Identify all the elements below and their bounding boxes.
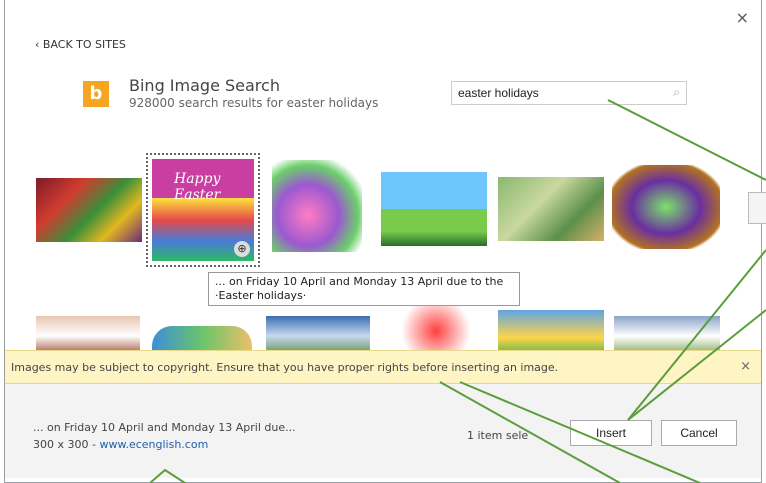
zoom-icon[interactable]: ⊕ [234, 241, 250, 257]
thumbnail-selected[interactable]: Happy Easter ⊕ [146, 153, 260, 267]
search-box[interactable]: ⌕ [451, 81, 687, 105]
source-link[interactable]: www.ecenglish.com [99, 438, 208, 451]
thumbnail-easter-eggs[interactable] [36, 178, 142, 242]
tooltip-line-2: ·Easter holidays· [215, 289, 307, 302]
scroll-next-button[interactable] [748, 192, 766, 224]
thumbnail-easter-bunny[interactable] [381, 172, 487, 246]
thumbnail-easter-eggs-clipart[interactable] [272, 160, 362, 252]
selection-count: 1 item sele [467, 429, 529, 442]
thumbnail-easter-bunnies-basket[interactable] [498, 177, 604, 241]
banner-close-icon[interactable]: × [740, 359, 751, 374]
selected-image-meta: 300 x 300 - www.ecenglish.com [33, 438, 208, 451]
back-to-sites-link[interactable]: ‹ BACK TO SITES [35, 38, 126, 51]
selected-image-description: ... on Friday 10 April and Monday 13 Apr… [33, 421, 296, 434]
bing-logo-icon: b [83, 81, 109, 107]
search-icon[interactable]: ⌕ [673, 85, 680, 100]
tooltip-line-1: ... on Friday 10 April and Monday 13 Apr… [215, 275, 504, 288]
cancel-button[interactable]: Cancel [661, 420, 737, 446]
dialog-footer: ... on Friday 10 April and Monday 13 Apr… [5, 384, 761, 478]
thumbnail-caption: Happy Easter [174, 171, 221, 203]
close-icon[interactable]: × [736, 8, 749, 27]
provider-title: Bing Image Search [129, 76, 280, 95]
results-count: 928000 search results for easter holiday… [129, 96, 379, 110]
thumbnail-happy-sign[interactable] [384, 306, 488, 356]
image-tooltip: ... on Friday 10 April and Monday 13 Apr… [208, 272, 520, 306]
copyright-message: Images may be subject to copyright. Ensu… [11, 361, 559, 374]
search-input[interactable] [452, 82, 664, 104]
copyright-banner: Images may be subject to copyright. Ensu… [5, 350, 761, 384]
thumbnail-easter-egg-basket[interactable] [612, 165, 720, 249]
image-dimensions: 300 x 300 - [33, 438, 100, 451]
insert-button[interactable]: Insert [570, 420, 652, 446]
